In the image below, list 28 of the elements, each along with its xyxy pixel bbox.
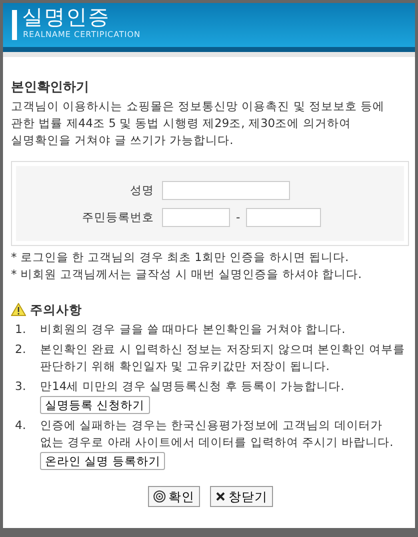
caution-text: 인증에 실패하는 경우는 한국신용평가정보에 고객님의 데이터가 없는 경우로 아래 사이트에서 데이터를 입력하여 주시기 바랍니다. <box>40 417 394 451</box>
id-number-field[interactable] <box>162 208 230 226</box>
item-number: 3. <box>14 378 27 395</box>
confirm-button[interactable]: 확인 <box>148 486 200 507</box>
note-text: * 비회원 고객님께서는 글작성 시 매번 실명인증을 하셔야 합니다. <box>11 266 363 283</box>
name-field[interactable] <box>162 180 290 200</box>
caution-text: 비회원의 경우 글을 쓸 때마다 본인확인을 거쳐야 합니다. <box>40 321 346 338</box>
name-label: 성명 <box>129 182 154 198</box>
id-number-label: 주민등록번호 <box>81 208 154 226</box>
id-number-field[interactable] <box>246 208 322 226</box>
item-number: 4. <box>14 417 27 434</box>
close-button[interactable]: 창닫기 <box>210 486 272 507</box>
item-number: 1. <box>14 321 27 338</box>
page-title: 실명인증 <box>22 4 110 30</box>
section-heading: 본인확인하기 <box>11 79 90 96</box>
item-number: 2. <box>14 341 27 358</box>
target-icon <box>152 490 166 503</box>
caution-text: 만14세 미만의 경우 실명등록신청 후 등록이 가능합니다. <box>40 378 344 395</box>
register-button[interactable]: 온라인 실명 등록하기 <box>40 452 166 470</box>
separator-text: - <box>236 208 240 226</box>
caution-text: 본인확인 완료 시 입력하신 정보는 저장되지 않으며 본인확인 여부를 판단하기 위해 확인일자 및 고유키값만 저장이 됩니다. <box>40 341 406 375</box>
caution-heading: 주의사항 <box>30 301 82 318</box>
intro-paragraph: 고객님이 이용하시는 쇼핑몰은 정보통신망 이용촉진 및 정보보호 등에 관한 법률 제44조 5 및 동법 시행령 제29조, 제30조에 의거하여 실명확인을 거쳐야 글 쓰기가 가능합니다. <box>11 98 386 149</box>
warning-icon <box>11 303 26 316</box>
page-subtitle: REALNAME CERTIPICATION <box>23 30 141 40</box>
close-icon <box>214 491 226 502</box>
register-button[interactable]: 실명등록 신청하기 <box>40 396 150 414</box>
note-text: * 로그인을 한 고객님의 경우 최초 1회만 인증을 하시면 됩니다. <box>11 249 350 266</box>
